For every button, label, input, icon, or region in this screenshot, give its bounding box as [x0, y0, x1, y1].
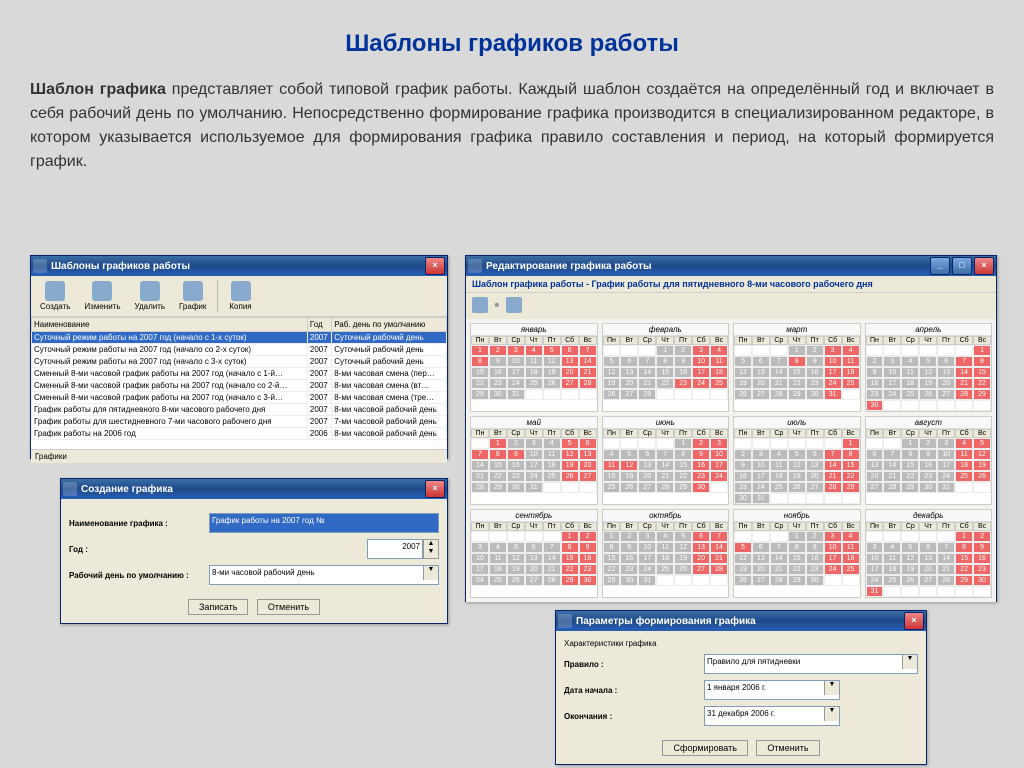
window-title: Создание графика — [81, 484, 173, 495]
months-grid: январьПнВтСрЧтПтСбВс12345678910111213141… — [466, 319, 996, 602]
subtitle: Шаблон графика работы - График работы дл… — [466, 276, 996, 293]
description: Шаблон графика представляет собой типово… — [0, 78, 1024, 194]
toolbar-Изменить[interactable]: Изменить — [77, 278, 127, 314]
table-row[interactable]: Сменный 8-ми часовой график работы на 20… — [32, 392, 447, 404]
month-январь[interactable]: январьПнВтСрЧтПтСбВс12345678910111213141… — [470, 323, 598, 412]
month-июль[interactable]: июльПнВтСрЧтПтСбВс1234567891011121314151… — [733, 416, 861, 505]
templates-window: Шаблоны графиков работы × СоздатьИзменит… — [30, 255, 448, 459]
app-icon — [33, 259, 47, 273]
templates-table[interactable]: НаименованиеГодРаб. день по умолчаниюСут… — [31, 317, 447, 440]
year-spinner[interactable]: ▲▼ — [423, 539, 439, 559]
toolbar-Создать[interactable]: Создать — [33, 278, 77, 314]
cancel-button[interactable]: Отменить — [756, 740, 819, 756]
tool-icon[interactable] — [506, 297, 522, 313]
page-title: Шаблоны графиков работы — [0, 0, 1024, 78]
end-date[interactable]: 31 декабря 2006 г.▼ — [704, 706, 840, 726]
cancel-button[interactable]: Отменить — [257, 599, 320, 615]
app-icon — [558, 614, 572, 628]
toolbar-Удалить[interactable]: Удалить — [128, 278, 173, 314]
year-label: Год : — [69, 545, 209, 554]
status-bar: Графики — [31, 449, 447, 463]
name-label: Наименование графика : — [69, 519, 209, 528]
table-row[interactable]: График работы для шестидневного 7-ми час… — [32, 416, 447, 428]
calendar-window: Редактирование графика работы _ □ × Шабл… — [465, 255, 997, 602]
month-март[interactable]: мартПнВтСрЧтПтСбВс1234567891011121314151… — [733, 323, 861, 412]
close-icon[interactable]: × — [904, 612, 924, 630]
window-title: Шаблоны графиков работы — [51, 261, 190, 272]
minimize-icon[interactable]: _ — [930, 257, 950, 275]
year-input[interactable]: 2007 — [367, 539, 423, 559]
month-апрель[interactable]: апрельПнВтСрЧтПтСбВс12345678910111213141… — [865, 323, 993, 412]
window-title: Параметры формирования графика — [576, 616, 756, 627]
month-июнь[interactable]: июньПнВтСрЧтПтСбВс1234567891011121314151… — [602, 416, 730, 505]
month-сентябрь[interactable]: сентябрьПнВтСрЧтПтСбВс123456789101112131… — [470, 509, 598, 598]
table-row[interactable]: Суточный режим работы на 2007 год (начал… — [32, 344, 447, 356]
table-row[interactable]: Сменный 8-ми часовой график работы на 20… — [32, 368, 447, 380]
table-row[interactable]: График работы для пятидневного 8-ми часо… — [32, 404, 447, 416]
start-label: Дата начала : — [564, 686, 704, 695]
end-label: Окончания : — [564, 712, 704, 721]
month-ноябрь[interactable]: ноябрьПнВтСрЧтПтСбВс12345678910111213141… — [733, 509, 861, 598]
calendar-toolbar: • — [466, 293, 996, 319]
toolbar-Копия[interactable]: Копия — [222, 278, 258, 314]
table-row[interactable]: График работы на 2006 год20068-ми часово… — [32, 428, 447, 440]
name-input[interactable]: График работы на 2007 год № — [209, 513, 439, 533]
start-date[interactable]: 1 января 2006 г.▼ — [704, 680, 840, 700]
table-row[interactable]: Сменный 8-ми часовой график работы на 20… — [32, 380, 447, 392]
create-dialog: Создание графика × Наименование графика … — [60, 478, 448, 624]
close-icon[interactable]: × — [425, 257, 445, 275]
window-title: Редактирование графика работы — [486, 261, 651, 272]
month-май[interactable]: майПнВтСрЧтПтСбВс12345678910111213141516… — [470, 416, 598, 505]
tool-icon[interactable] — [472, 297, 488, 313]
app-icon — [63, 482, 77, 496]
toolbar-График[interactable]: График — [172, 278, 213, 314]
section-label: Характеристики графика — [564, 639, 918, 648]
maximize-icon[interactable]: □ — [952, 257, 972, 275]
params-dialog: Параметры формирования графика × Характе… — [555, 610, 927, 765]
day-select[interactable]: 8-ми часовой рабочий день▼ — [209, 565, 439, 585]
save-button[interactable]: Записать — [188, 599, 248, 615]
table-row[interactable]: Суточный режим работы на 2007 год (начал… — [32, 356, 447, 368]
month-октябрь[interactable]: октябрьПнВтСрЧтПтСбВс1234567891011121314… — [602, 509, 730, 598]
day-label: Рабочий день по умолчанию : — [69, 571, 209, 580]
month-декабрь[interactable]: декабрьПнВтСрЧтПтСбВс1234567891011121314… — [865, 509, 993, 598]
app-icon — [468, 259, 482, 273]
close-icon[interactable]: × — [974, 257, 994, 275]
close-icon[interactable]: × — [425, 480, 445, 498]
rule-label: Правило : — [564, 660, 704, 669]
month-август[interactable]: августПнВтСрЧтПтСбВс12345678910111213141… — [865, 416, 993, 505]
toolbar: СоздатьИзменитьУдалитьГрафикКопия — [31, 276, 447, 317]
table-row[interactable]: Суточный режим работы на 2007 год (начал… — [32, 332, 447, 344]
month-февраль[interactable]: февральПнВтСрЧтПтСбВс1234567891011121314… — [602, 323, 730, 412]
form-button[interactable]: Сформировать — [662, 740, 747, 756]
rule-select[interactable]: Правило для пятидневки▼ — [704, 654, 918, 674]
